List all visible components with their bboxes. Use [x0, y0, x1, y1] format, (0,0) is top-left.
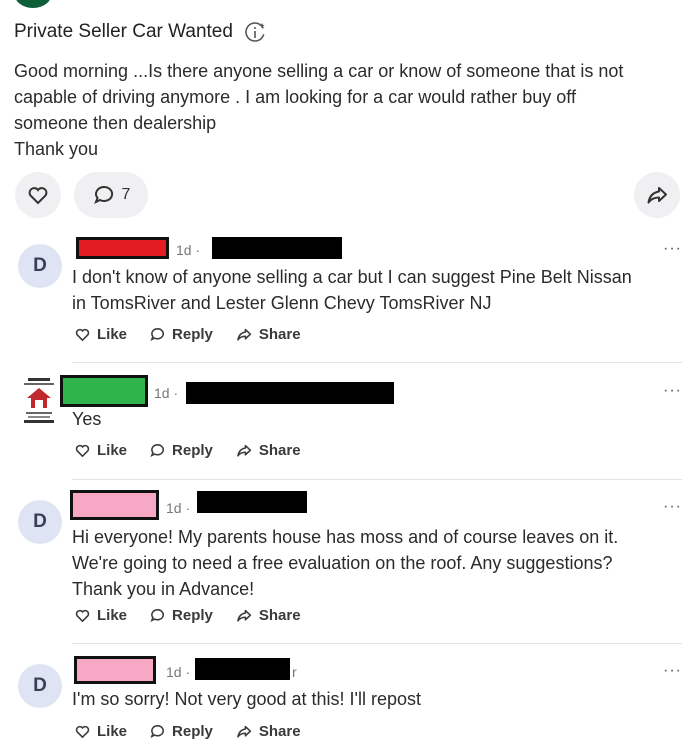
share-button[interactable]: Share [235, 607, 301, 624]
share-arrow-icon [647, 187, 667, 204]
share-arrow-icon [237, 609, 252, 622]
comment-bubble-icon [150, 609, 165, 623]
comments-button[interactable]: 7 [74, 172, 148, 218]
comment-text-line: I'm so sorry! Not very good at this! I'l… [72, 689, 421, 709]
comment-actions: Like Reply Share [74, 326, 301, 343]
redacted-label [186, 382, 394, 404]
author-avatar[interactable] [14, 0, 52, 8]
comment-actions: Like Reply Share [74, 723, 301, 740]
reply-label: Reply [172, 442, 213, 459]
post-title: Private Seller Car Wanted [14, 21, 233, 42]
reply-button[interactable]: Reply [149, 723, 213, 740]
divider [72, 479, 682, 480]
heart-icon [75, 328, 90, 342]
comment-text-line: Yes [72, 409, 102, 429]
commenter-name[interactable] [74, 656, 156, 684]
redacted-label [197, 491, 307, 513]
heart-icon [75, 444, 90, 458]
heart-icon [28, 187, 48, 205]
more-options-icon[interactable]: ··· [663, 498, 682, 516]
comment-time: 1d · [166, 664, 191, 680]
reply-label: Reply [172, 723, 213, 740]
comment-text: I'm so sorry! Not very good at this! I'l… [72, 686, 682, 712]
reply-button[interactable]: Reply [149, 442, 213, 459]
business-logo-avatar[interactable] [18, 376, 60, 424]
like-button[interactable]: Like [74, 326, 127, 343]
reply-button[interactable]: Reply [149, 326, 213, 343]
like-label: Like [97, 723, 128, 740]
like-button[interactable]: Like [74, 607, 127, 624]
comment-text-line: in TomsRiver and Lester Glenn Chevy Toms… [72, 293, 492, 313]
comment-text-line: Hi everyone! My parents house has moss a… [72, 527, 619, 547]
commenter-name[interactable] [60, 375, 148, 407]
comment-actions: Like Reply Share [74, 607, 301, 624]
comment-text-line: We're going to need a free evaluation on… [72, 553, 613, 573]
share-button[interactable]: Share [235, 442, 301, 459]
comment-bubble-icon [150, 444, 165, 458]
heart-icon [75, 725, 90, 739]
share-button[interactable]: Share [235, 723, 301, 740]
comment-count: 7 [121, 186, 131, 203]
divider [72, 362, 682, 363]
like-button[interactable] [15, 172, 61, 218]
comment-bubble-icon [150, 725, 165, 739]
reply-label: Reply [172, 326, 213, 343]
share-label: Share [258, 607, 301, 624]
heart-icon [75, 609, 90, 623]
reply-button[interactable]: Reply [149, 607, 213, 624]
comment-text: I don't know of anyone selling a car but… [72, 264, 682, 316]
share-label: Share [258, 723, 301, 740]
comment-bubble-icon [150, 328, 165, 342]
share-label: Share [258, 326, 301, 343]
comment-bubble-icon [93, 185, 113, 205]
avatar[interactable]: D [18, 244, 62, 288]
comment-trailing: r [292, 664, 297, 680]
post-body-line: Good morning ...Is there anyone selling … [14, 61, 624, 81]
comment-text: Yes [72, 406, 682, 432]
post-body-line: capable of driving anymore . I am lookin… [14, 87, 576, 107]
divider [72, 643, 682, 644]
share-arrow-icon [237, 328, 252, 341]
share-arrow-icon [237, 725, 252, 738]
like-label: Like [97, 326, 128, 343]
info-sparkle-icon[interactable] [243, 20, 267, 44]
commenter-name[interactable] [70, 490, 159, 520]
post-title-row: Private Seller Car Wanted [14, 20, 267, 44]
avatar[interactable]: D [18, 664, 62, 708]
comment-time: 1d · [166, 500, 191, 516]
comment-text-line: I don't know of anyone selling a car but… [72, 267, 632, 287]
more-options-icon[interactable]: ··· [663, 382, 682, 400]
comment-actions: Like Reply Share [74, 442, 301, 459]
redacted-label [195, 658, 290, 680]
comment-text: Hi everyone! My parents house has moss a… [72, 524, 682, 602]
comment-text-line: Thank you in Advance! [72, 579, 255, 599]
reply-label: Reply [172, 607, 213, 624]
share-arrow-icon [237, 444, 252, 457]
post-body-line: someone then dealership [14, 113, 217, 133]
comment-time: 1d · [154, 385, 179, 401]
post-view: Private Seller Car Wanted Good morning .… [0, 0, 700, 749]
avatar[interactable]: D [18, 500, 62, 544]
like-button[interactable]: Like [74, 442, 127, 459]
share-button[interactable] [634, 172, 680, 218]
like-label: Like [97, 607, 128, 624]
like-label: Like [97, 442, 128, 459]
more-options-icon[interactable]: ··· [663, 240, 682, 258]
post-body-line: Thank you [14, 139, 99, 159]
post-body: Good morning ...Is there anyone selling … [14, 58, 686, 162]
commenter-name[interactable] [76, 237, 169, 259]
redacted-label [212, 237, 342, 259]
share-label: Share [258, 442, 301, 459]
like-button[interactable]: Like [74, 723, 127, 740]
comment-time: 1d · [176, 242, 201, 258]
share-button[interactable]: Share [235, 326, 301, 343]
more-options-icon[interactable]: ··· [663, 662, 682, 680]
